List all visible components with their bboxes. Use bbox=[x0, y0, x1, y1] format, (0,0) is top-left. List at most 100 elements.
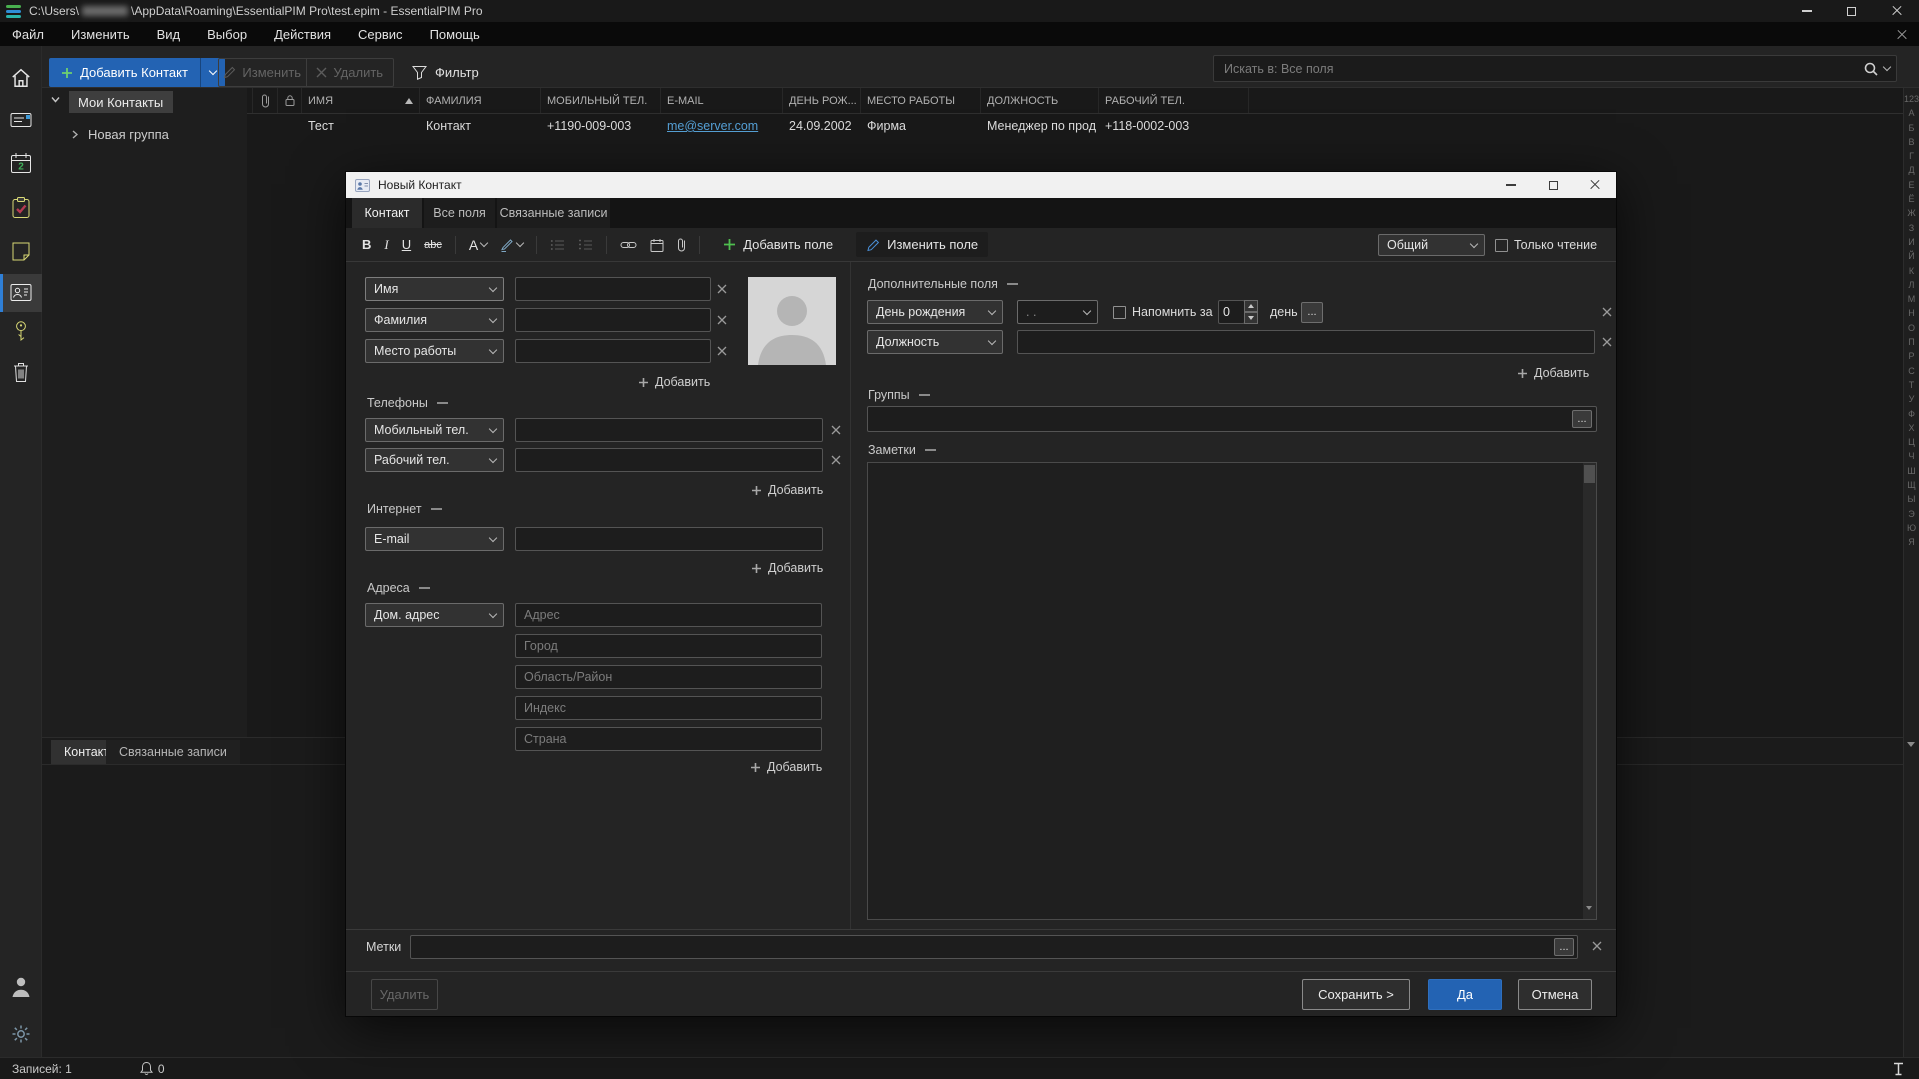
alphabet-letter[interactable]: Ц bbox=[1904, 435, 1919, 449]
email-input[interactable] bbox=[515, 527, 823, 551]
remove-workplace-icon[interactable] bbox=[717, 346, 727, 356]
country-input[interactable] bbox=[515, 727, 822, 751]
dialog-yes-button[interactable]: Да bbox=[1428, 979, 1502, 1010]
nav-passwords-button[interactable] bbox=[12, 320, 30, 343]
menu-item[interactable]: Выбор bbox=[207, 27, 261, 42]
nav-mail-button[interactable] bbox=[10, 111, 32, 129]
delete-contact-button[interactable]: Удалить bbox=[306, 59, 394, 86]
font-color-button[interactable]: A bbox=[469, 237, 487, 253]
collapse-toggle[interactable] bbox=[925, 449, 936, 451]
dialog-delete-button[interactable]: Удалить bbox=[371, 979, 438, 1010]
collapse-toggle[interactable] bbox=[419, 587, 430, 589]
attach-file-button[interactable] bbox=[677, 237, 686, 252]
alphabet-letter[interactable]: М bbox=[1904, 292, 1919, 306]
maximize-button[interactable] bbox=[1829, 0, 1874, 22]
city-input[interactable] bbox=[515, 634, 822, 658]
alphabet-letter[interactable]: П bbox=[1904, 335, 1919, 349]
workplace-input[interactable] bbox=[515, 339, 711, 363]
category-select[interactable]: Общий bbox=[1378, 234, 1485, 256]
alphabet-letter[interactable]: В bbox=[1904, 135, 1919, 149]
nav-tasks-button[interactable] bbox=[11, 196, 31, 219]
tree-item-my-contacts[interactable]: Мои Контакты bbox=[69, 91, 173, 113]
column-header-workphone[interactable]: РАБОЧИЙ ТЕЛ. bbox=[1098, 88, 1248, 113]
menu-item[interactable]: Помощь bbox=[430, 27, 494, 42]
tags-picker-button[interactable]: ... bbox=[1554, 938, 1574, 956]
text-cursor-tool-icon[interactable] bbox=[1890, 1061, 1907, 1077]
birthday-date-select[interactable]: . . bbox=[1017, 300, 1098, 324]
street-input[interactable] bbox=[515, 603, 822, 627]
column-header-position[interactable]: ДОЛЖНОСТЬ bbox=[980, 88, 1098, 113]
notes-scroll-down-icon[interactable] bbox=[1586, 910, 1592, 924]
tags-input[interactable] bbox=[410, 935, 1578, 959]
alphabet-letter[interactable]: Ю bbox=[1904, 521, 1919, 535]
alphabet-letter[interactable]: И bbox=[1904, 235, 1919, 249]
alphabet-letter[interactable]: Х bbox=[1904, 421, 1919, 435]
column-header-lock[interactable] bbox=[277, 88, 301, 113]
alphabet-letter[interactable]: Б bbox=[1904, 121, 1919, 135]
alphabet-letter[interactable]: Щ bbox=[1904, 478, 1919, 492]
column-header-birthday[interactable]: ДЕНЬ РОЖ... bbox=[782, 88, 860, 113]
surname-type-select[interactable]: Фамилия bbox=[365, 308, 504, 332]
nav-home-button[interactable] bbox=[10, 67, 32, 89]
add-contact-button[interactable]: Добавить Контакт bbox=[49, 58, 200, 87]
clear-tags-icon[interactable] bbox=[1592, 941, 1602, 951]
collapse-toggle[interactable] bbox=[919, 394, 930, 396]
remove-birthday-icon[interactable] bbox=[1602, 307, 1612, 317]
search-input[interactable] bbox=[1214, 62, 1864, 76]
alphabet-scroll-down-icon[interactable] bbox=[1907, 742, 1915, 747]
menu-item[interactable]: Вид bbox=[157, 27, 195, 42]
column-header-name[interactable]: ИМЯ bbox=[301, 88, 419, 113]
add-address-link[interactable]: Добавить bbox=[750, 760, 822, 774]
alphabet-letter[interactable]: К bbox=[1904, 264, 1919, 278]
name-type-select[interactable]: Имя bbox=[365, 277, 504, 301]
notes-scrollbar[interactable] bbox=[1583, 463, 1596, 919]
collapse-toggle[interactable] bbox=[437, 402, 448, 404]
notes-textarea[interactable] bbox=[867, 462, 1597, 920]
alphabet-letter[interactable]: Ы bbox=[1904, 492, 1919, 506]
column-header-surname[interactable]: ФАМИЛИЯ bbox=[419, 88, 540, 113]
alphabet-letter[interactable]: Ё bbox=[1904, 192, 1919, 206]
close-pane-icon[interactable] bbox=[1894, 27, 1910, 43]
remind-options-button[interactable]: ... bbox=[1301, 302, 1323, 323]
surname-input[interactable] bbox=[515, 308, 711, 332]
settings-button[interactable] bbox=[11, 1024, 31, 1044]
filter-button[interactable]: Фильтр bbox=[406, 58, 485, 87]
nav-calendar-button[interactable]: 2 bbox=[10, 152, 32, 174]
tree-collapse-icon[interactable] bbox=[72, 130, 78, 139]
contact-row[interactable]: Тест Контакт +1190-009-003 me@server.com… bbox=[247, 114, 1903, 138]
nav-notes-button[interactable] bbox=[11, 241, 31, 262]
edit-field-button[interactable]: Изменить поле bbox=[856, 232, 988, 257]
address-type-select[interactable]: Дом. адрес bbox=[365, 603, 504, 627]
alphabet-letter[interactable]: Е bbox=[1904, 178, 1919, 192]
add-field-button[interactable]: Добавить поле bbox=[713, 232, 843, 257]
column-header-workplace[interactable]: МЕСТО РАБОТЫ bbox=[860, 88, 980, 113]
search-options-chevron-icon[interactable] bbox=[1883, 63, 1891, 71]
alphabet-letter[interactable]: Ж bbox=[1904, 206, 1919, 220]
internet-type-select[interactable]: E-mail bbox=[365, 527, 504, 551]
dialog-save-button[interactable]: Сохранить > bbox=[1302, 979, 1410, 1010]
nav-contacts-button[interactable] bbox=[10, 283, 32, 302]
remove-name-icon[interactable] bbox=[717, 284, 727, 294]
highlight-color-button[interactable] bbox=[500, 238, 523, 252]
add-phone-link[interactable]: Добавить bbox=[751, 483, 823, 497]
phone-type-select[interactable]: Рабочий тел. bbox=[365, 448, 504, 472]
alphabet-letter[interactable]: Д bbox=[1904, 163, 1919, 177]
alphabet-letter[interactable]: Л bbox=[1904, 278, 1919, 292]
alphabet-letter[interactable]: Ш bbox=[1904, 464, 1919, 478]
dialog-minimize-button[interactable] bbox=[1490, 172, 1532, 198]
tree-expand-icon[interactable] bbox=[51, 96, 60, 103]
edit-contact-button[interactable]: Изменить bbox=[219, 59, 306, 86]
underline-button[interactable]: U bbox=[402, 237, 411, 252]
collapse-toggle[interactable] bbox=[1007, 283, 1018, 285]
alphabet-letter[interactable]: Г bbox=[1904, 149, 1919, 163]
alphabet-letter[interactable]: Ч bbox=[1904, 449, 1919, 463]
close-button[interactable] bbox=[1874, 0, 1919, 22]
numbered-list-button[interactable] bbox=[578, 239, 593, 251]
contact-photo-placeholder[interactable] bbox=[748, 277, 836, 365]
position-type-select[interactable]: Должность bbox=[867, 330, 1003, 354]
add-name-field-link[interactable]: Добавить bbox=[638, 375, 710, 389]
dialog-maximize-button[interactable] bbox=[1532, 172, 1574, 198]
dialog-tab-contact[interactable]: Контакт bbox=[352, 198, 422, 228]
notifications-button[interactable]: 0 bbox=[140, 1061, 165, 1076]
read-only-checkbox[interactable]: Только чтение bbox=[1495, 238, 1597, 252]
